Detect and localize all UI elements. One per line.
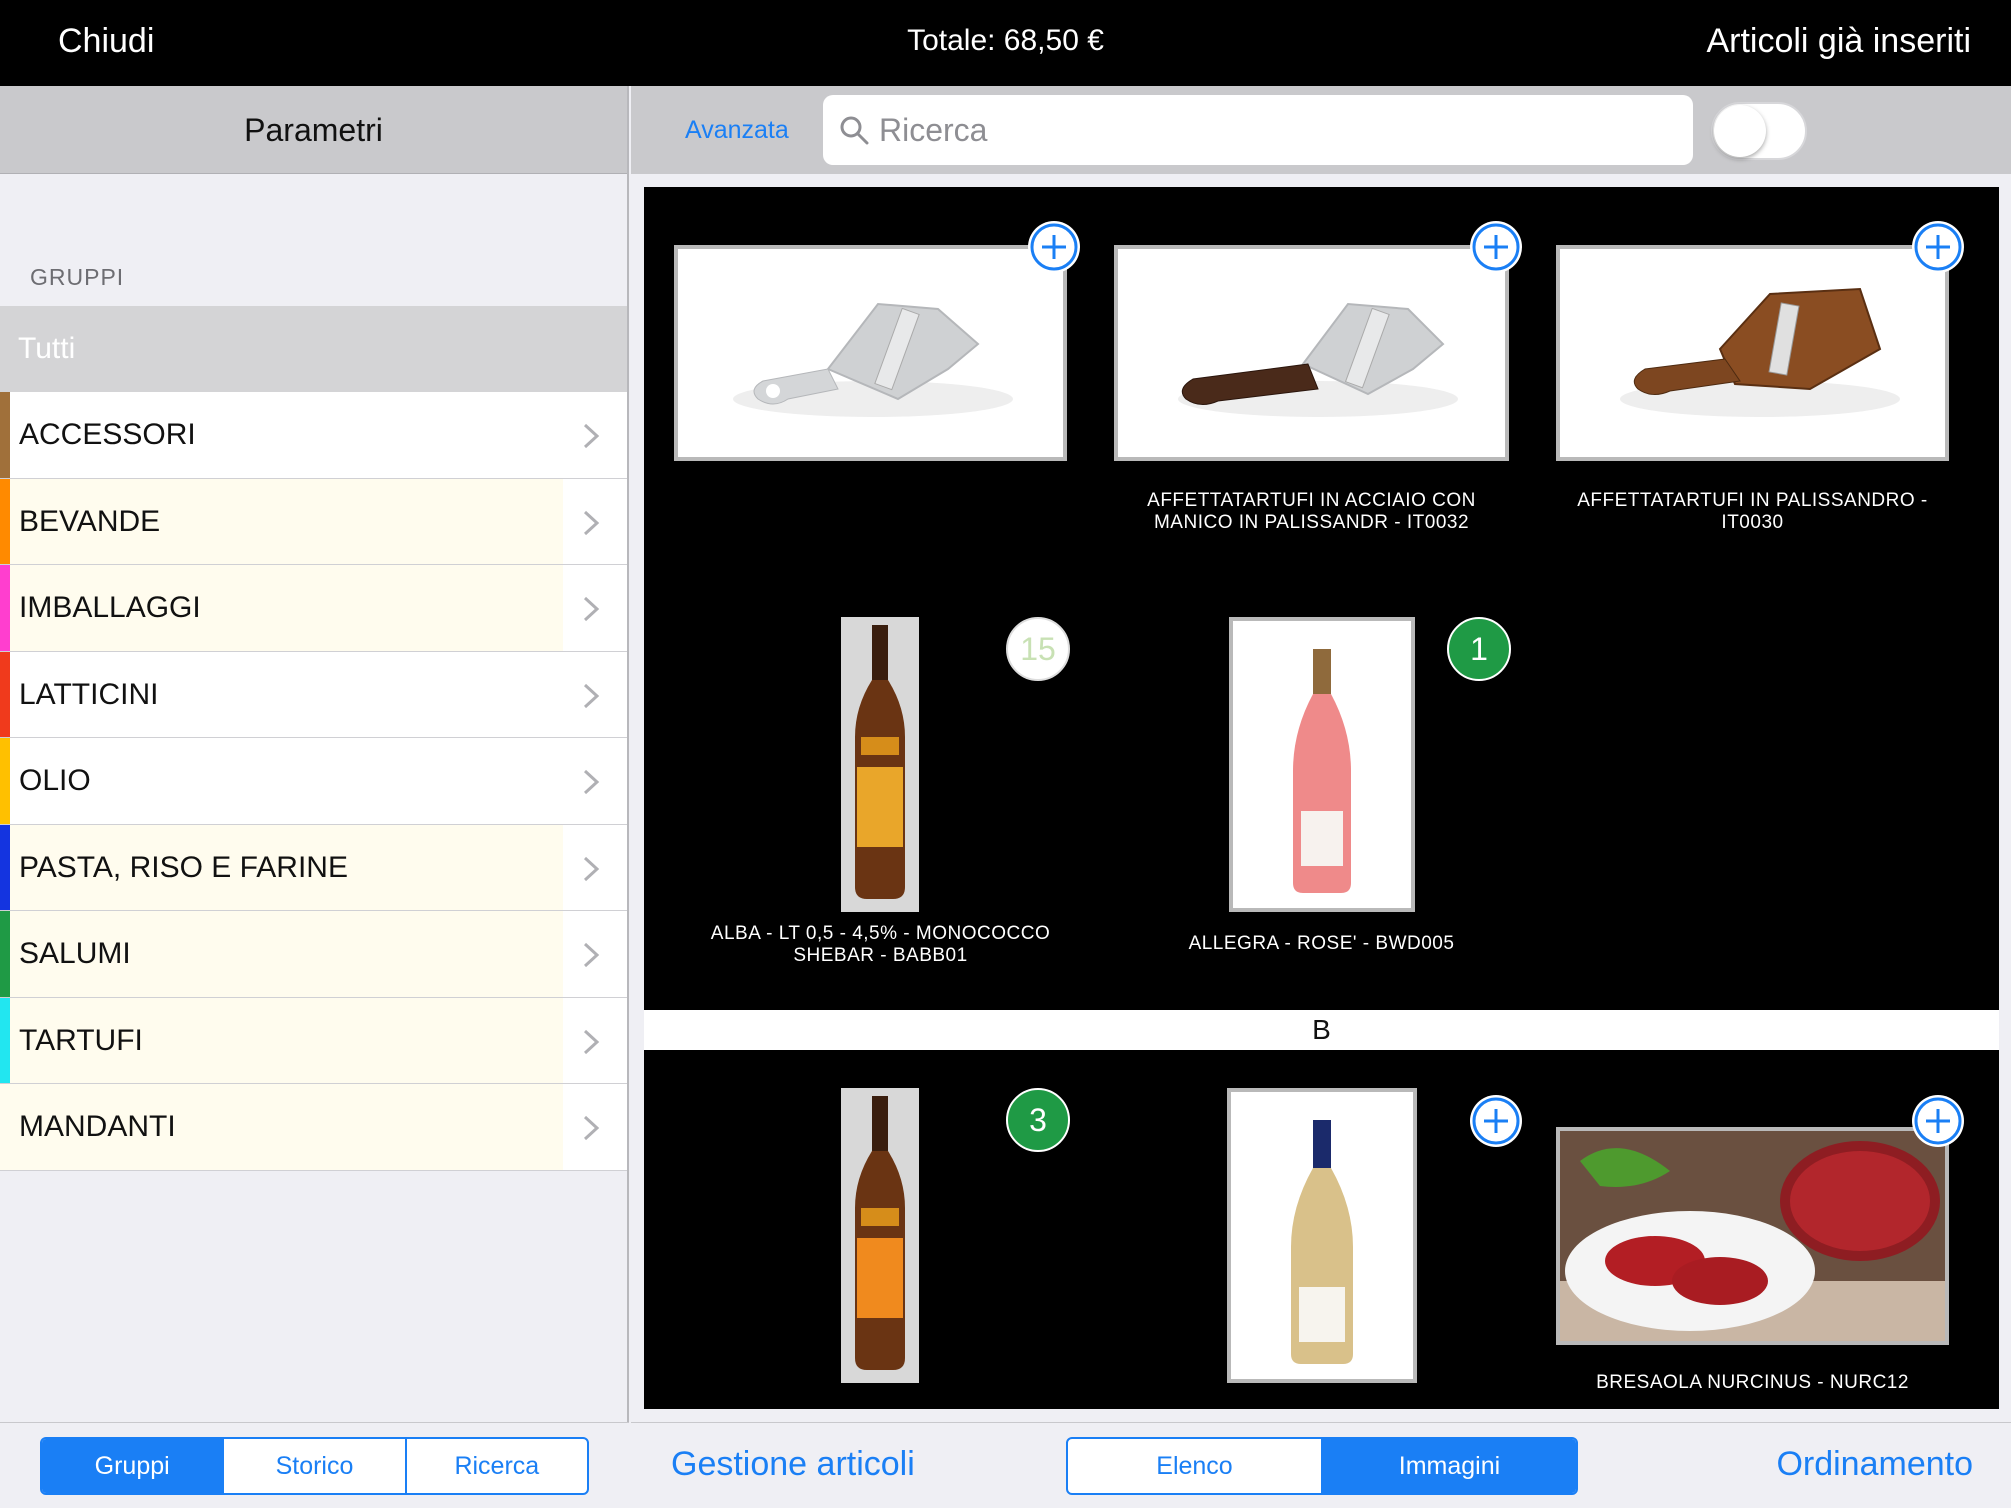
- tab-gruppi[interactable]: Gruppi: [42, 1439, 223, 1493]
- tab-ricerca[interactable]: Ricerca: [404, 1439, 587, 1493]
- product-label-it0032: AFFETTATARTUFI IN ACCIAIO CON MANICO IN …: [1147, 490, 1476, 533]
- chevron-right-icon: [563, 911, 627, 997]
- plus-circle-icon: [1472, 1097, 1520, 1145]
- quantity-badge-babb01[interactable]: 15: [1006, 617, 1070, 681]
- group-item[interactable]: PASTA, RISO E FARINE: [0, 824, 627, 911]
- beer-bottle-image: [841, 617, 919, 912]
- truffle-slicer-image: [678, 249, 1063, 457]
- view-toggle[interactable]: [1711, 102, 1807, 160]
- right-bottom-bar: Gestione articoli Elenco Immagini Ordina…: [631, 1422, 2011, 1508]
- group-list: ACCESSORI BEVANDE IMBALLAGGI LATTICINI OLIO P…: [0, 392, 627, 1171]
- group-color-strip: [0, 911, 10, 997]
- truffle-slicer-handle-image: [1118, 249, 1505, 457]
- left-segmented-control: Gruppi Storico Ricerca: [40, 1437, 589, 1495]
- group-item[interactable]: ACCESSORI: [0, 392, 627, 479]
- toggle-knob: [1714, 105, 1766, 157]
- rose-wine-bottle-image: [1233, 621, 1411, 908]
- add-button-it0031[interactable]: [1028, 221, 1080, 273]
- bresaola-image: [1560, 1131, 1945, 1341]
- left-bottom-bar: Gruppi Storico Ricerca: [0, 1422, 629, 1508]
- chevron-right-icon: [563, 392, 627, 478]
- tab-storico[interactable]: Storico: [222, 1439, 404, 1493]
- product-image-it0030[interactable]: [1556, 245, 1949, 461]
- group-color-strip: [0, 478, 10, 564]
- product-label-bwd005: ALLEGRA - ROSE' - BWD005: [1188, 933, 1455, 954]
- product-image-bwd005[interactable]: [1229, 617, 1415, 912]
- add-button-it0032[interactable]: [1470, 221, 1522, 273]
- catalog-panel: Avanzata AFFETTATARTUFI IN ACCIAIO - IT0…: [631, 86, 2011, 1508]
- panel-title: Parametri: [0, 86, 627, 174]
- group-color-strip: [0, 392, 10, 478]
- plus-circle-icon: [1914, 1097, 1962, 1145]
- beer-bottle-image: [841, 1088, 919, 1383]
- add-button-it0030[interactable]: [1912, 221, 1964, 273]
- product-label-nurc12: BRESAOLA NURCINUS - NURC12: [1596, 1372, 1909, 1393]
- search-icon: [840, 116, 869, 145]
- group-item-label: MANDANTI: [19, 1110, 176, 1143]
- tab-elenco[interactable]: Elenco: [1068, 1439, 1321, 1493]
- product-image-babb01[interactable]: [841, 617, 919, 912]
- top-bar: Chiudi Totale: 68,50 € Articoli già inse…: [0, 0, 2011, 86]
- product-label-babb01: ALBA - LT 0,5 - 4,5% - MONOCOCCO SHEBAR …: [710, 923, 1051, 966]
- group-item[interactable]: BEVANDE: [0, 478, 627, 565]
- quantity-badge-beer2[interactable]: 3: [1006, 1088, 1070, 1152]
- tab-immagini[interactable]: Immagini: [1321, 1439, 1576, 1493]
- group-item-all[interactable]: Tutti: [0, 306, 627, 392]
- group-item[interactable]: TARTUFI: [0, 997, 627, 1084]
- product-image-it0032[interactable]: [1114, 245, 1509, 461]
- group-item-label: SALUMI: [19, 937, 131, 970]
- search-box: [823, 95, 1693, 165]
- view-segmented-control: Elenco Immagini: [1066, 1437, 1578, 1495]
- chevron-right-icon: [563, 565, 627, 651]
- plus-circle-icon: [1030, 223, 1078, 271]
- truffle-slicer-wood-image: [1560, 249, 1945, 457]
- inserted-items-button[interactable]: Articoli già inseriti: [1706, 22, 1971, 61]
- chevron-right-icon: [563, 997, 627, 1083]
- plus-circle-icon: [1472, 223, 1520, 271]
- product-image-it0031[interactable]: [674, 245, 1067, 461]
- chevron-right-icon: [563, 824, 627, 910]
- white-wine-bottle-image: [1231, 1092, 1413, 1379]
- group-item[interactable]: IMBALLAGGI: [0, 565, 627, 652]
- search-input[interactable]: [879, 105, 1669, 155]
- group-item[interactable]: MANDANTI: [0, 1084, 627, 1171]
- group-item-label: OLIO: [19, 764, 91, 797]
- section-header-b: B: [644, 1010, 1999, 1050]
- group-item-label: TARTUFI: [19, 1023, 143, 1057]
- group-item-label: IMBALLAGGI: [19, 591, 201, 624]
- group-color-strip: [0, 997, 10, 1083]
- product-label-it0031: AFFETTATARTUFI IN ACCIAIO - IT0031: [690, 430, 1051, 451]
- add-button-wine2[interactable]: [1470, 1095, 1522, 1147]
- chevron-right-icon: [563, 1084, 627, 1170]
- plus-circle-icon: [1914, 223, 1962, 271]
- group-item-label: ACCESSORI: [19, 418, 196, 451]
- chevron-right-icon: [563, 651, 627, 737]
- groups-section-label: GRUPPI: [30, 264, 125, 290]
- parameters-panel: Parametri GRUPPI Tutti ACCESSORI BEVANDE I…: [0, 86, 629, 1508]
- group-item[interactable]: SALUMI: [0, 911, 627, 998]
- product-label-it0030: AFFETTATARTUFI IN PALISSANDRO - IT0030: [1577, 490, 1928, 533]
- product-grid[interactable]: AFFETTATARTUFI IN ACCIAIO - IT0031 AFFET…: [644, 187, 1999, 1409]
- product-image-beer2[interactable]: [841, 1088, 919, 1383]
- group-item-label: BEVANDE: [19, 504, 161, 538]
- advanced-search-button[interactable]: Avanzata: [685, 116, 789, 145]
- quantity-badge-bwd005[interactable]: 1: [1447, 617, 1511, 681]
- group-color-strip: [0, 651, 10, 737]
- product-image-wine2[interactable]: [1227, 1088, 1417, 1383]
- add-button-nurc12[interactable]: [1912, 1095, 1964, 1147]
- group-item[interactable]: OLIO: [0, 738, 627, 825]
- product-image-nurc12[interactable]: [1556, 1127, 1949, 1345]
- group-item-label: LATTICINI: [19, 677, 159, 711]
- group-color-strip: [0, 565, 10, 651]
- group-item[interactable]: LATTICINI: [0, 651, 627, 738]
- chevron-right-icon: [563, 738, 627, 824]
- sort-button[interactable]: Ordinamento: [1776, 1445, 1973, 1484]
- group-item-label: PASTA, RISO E FARINE: [19, 850, 348, 884]
- manage-items-button[interactable]: Gestione articoli: [671, 1445, 915, 1484]
- chevron-right-icon: [563, 478, 627, 564]
- search-bar: Avanzata: [631, 86, 2011, 174]
- group-color-strip: [0, 738, 10, 824]
- group-color-strip: [0, 824, 10, 910]
